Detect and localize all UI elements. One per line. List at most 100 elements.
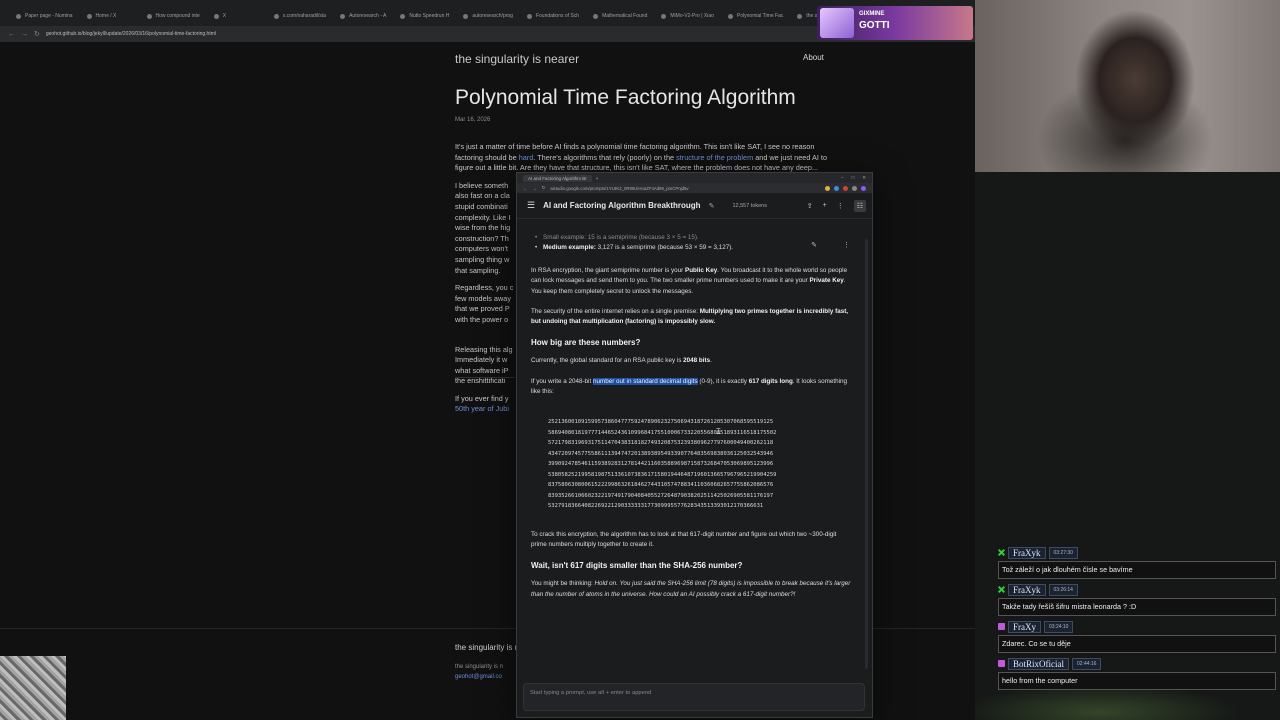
url-text[interactable]: geohot.github.io/blog/jekyll/update/2026… <box>46 31 216 37</box>
add-icon[interactable]: + <box>823 202 827 209</box>
footer-email-link[interactable]: geohot@gmail.co <box>455 674 502 680</box>
post-date: Mar 16, 2026 <box>455 117 491 123</box>
new-tab-icon[interactable]: + <box>596 176 599 181</box>
favicon-icon <box>526 13 532 19</box>
browser-tab[interactable]: Nutto Speedrun H <box>394 6 455 26</box>
list-item: Small example: 15 is a semiprime (becaus… <box>531 233 853 244</box>
browser-tab[interactable]: Polynomial Time Fac <box>722 6 789 26</box>
alert-avatar <box>820 8 854 38</box>
popup-tab-bar: AI and Factoring Algorithm Br + – □ ✕ <box>517 173 872 183</box>
token-count: 12,557 tokens <box>732 202 767 209</box>
list-item: Medium example: 3,127 is a semiprime (be… <box>531 243 853 254</box>
chat-username: FraXy <box>1008 620 1041 633</box>
ai-studio-window: AI and Factoring Algorithm Br + – □ ✕ ← … <box>516 172 873 718</box>
jubilee-link[interactable]: 50th year of Jubi <box>455 404 509 413</box>
paragraph: Currently, the global standard for an RS… <box>531 357 712 365</box>
badge-icon <box>998 549 1005 556</box>
chat-message: FraXyk 03:27:30 Tož záleží o jak dlouhém… <box>998 546 1278 579</box>
favicon-icon <box>593 13 599 19</box>
chat-username: FraXyk <box>1008 546 1046 559</box>
browser-tab[interactable]: Autoresearch - A <box>334 6 392 26</box>
paragraph: To crack this encryption, the algorithm … <box>531 530 837 549</box>
extension-icon[interactable] <box>861 185 866 191</box>
popup-address-bar[interactable]: ← → ↻ aistudio.google.com/prompts/1YL9K2… <box>517 183 872 193</box>
footer-subtitle: the singularity is n <box>455 664 504 670</box>
favicon-icon <box>146 13 152 19</box>
paragraph: In RSA encryption, the giant semiprime n… <box>531 266 848 295</box>
extension-icon[interactable] <box>843 185 848 191</box>
paragraph: If you write a 2048-bit number out in st… <box>531 377 848 396</box>
section-heading: How big are these numbers? <box>531 337 641 347</box>
back-icon[interactable]: ← <box>523 186 527 191</box>
footer-title: the singularity is n <box>455 643 520 652</box>
site-title[interactable]: the singularity is nearer <box>455 52 579 66</box>
paragraph: It's just a matter of time before AI fin… <box>455 142 828 173</box>
reload-icon[interactable]: ↻ <box>34 30 40 38</box>
favicon-icon <box>463 13 469 19</box>
chat-timestamp: 03:27:30 <box>1048 546 1078 559</box>
browser-tab[interactable]: Mathematical Found <box>587 6 653 26</box>
chat-header: FraXyk 03:26:14 <box>998 583 1278 596</box>
share-icon[interactable]: ⇪ <box>807 202 813 210</box>
extension-icon[interactable] <box>834 185 839 191</box>
reload-icon[interactable]: ↻ <box>542 185 546 191</box>
webcam-feed <box>975 0 1280 172</box>
browser-tab[interactable]: How compound inte <box>141 6 206 26</box>
about-link[interactable]: About <box>803 53 824 62</box>
scrollbar[interactable] <box>865 239 868 669</box>
browser-tab[interactable]: MiMo-V2-Pro | Xiao <box>655 6 720 26</box>
favicon-icon <box>16 13 21 19</box>
extension-icon[interactable] <box>825 185 830 191</box>
chat-header: BotRixOficial 02:44:16 <box>998 657 1278 670</box>
sub-alert-banner: GIXMINE GOTTI <box>817 6 973 40</box>
browser-tab[interactable]: Paper page - Numina <box>10 6 79 26</box>
divider <box>455 377 515 378</box>
example-list: Small example: 15 is a semiprime (becaus… <box>531 233 853 254</box>
browser-tab[interactable]: X <box>208 6 266 26</box>
favicon-icon <box>340 13 346 19</box>
structure-link[interactable]: structure of the problem <box>676 153 753 162</box>
back-icon[interactable]: ← <box>8 31 15 38</box>
chat-header: FraXy 03:24:10 <box>998 620 1278 633</box>
browser-tab[interactable]: x.com/naharadil/sta <box>268 6 332 26</box>
chat-username: FraXyk <box>1008 583 1046 596</box>
chat-overlay: FraXyk 03:27:30 Tož záleží o jak dlouhém… <box>998 546 1278 694</box>
forward-icon[interactable]: → <box>532 186 536 191</box>
post-title: Polynomial Time Factoring Algorithm <box>455 86 796 109</box>
chat-text: Takže tady řešíš šifru mistra leonarda ?… <box>998 598 1276 616</box>
favicon-icon <box>727 13 733 19</box>
menu-icon[interactable]: ☰ <box>527 200 535 211</box>
chat-message: FraXy 03:24:10 Zdarec. Co se tu děje <box>998 620 1278 653</box>
browser-tab[interactable]: autoresearch/prog <box>457 6 519 26</box>
url-text[interactable]: aistudio.google.com/prompts/1YL9K2_0R85U… <box>550 186 688 191</box>
badge-icon <box>998 586 1005 593</box>
chat-username: BotRixOficial <box>1008 657 1069 670</box>
extensions-bar <box>825 185 866 191</box>
browser-tab[interactable]: Home / X <box>81 6 139 26</box>
more-icon[interactable]: ⋮ <box>837 202 844 210</box>
chat-text: Zdarec. Co se tu děje <box>998 635 1276 653</box>
forward-icon[interactable]: → <box>21 31 28 38</box>
close-icon[interactable]: ✕ <box>862 175 866 181</box>
maximize-icon[interactable]: □ <box>852 175 855 181</box>
rsa-number-block: 2521360010915995738604777592478906232750… <box>548 419 777 510</box>
chat-text: hello from the computer <box>998 672 1276 690</box>
badge-icon <box>998 623 1005 630</box>
popup-tab[interactable]: AI and Factoring Algorithm Br <box>523 174 592 182</box>
alert-big-text: GOTTI <box>859 20 890 31</box>
alert-small-text: GIXMINE <box>859 11 885 17</box>
edit-icon[interactable]: ✎ <box>709 202 715 210</box>
favicon-icon <box>797 13 803 19</box>
header-actions: ⇪ + ⋮ ☷ <box>807 199 866 212</box>
settings-icon[interactable]: ☷ <box>853 199 866 212</box>
chat-timestamp: 02:44:16 <box>1072 657 1102 670</box>
badge-icon <box>998 660 1005 667</box>
conversation-header: ☰ AI and Factoring Algorithm Breakthroug… <box>517 193 872 219</box>
chat-message: FraXyk 03:26:14 Takže tady řešíš šifru m… <box>998 583 1278 616</box>
extension-icon[interactable] <box>852 185 857 191</box>
prompt-input[interactable]: Start typing a prompt, use alt + enter t… <box>523 683 865 711</box>
minimize-icon[interactable]: – <box>841 175 844 181</box>
hard-link[interactable]: hard <box>519 153 534 162</box>
browser-tab[interactable]: Foundations of Sch <box>521 6 585 26</box>
selected-text[interactable]: number out in standard decimal digits <box>592 377 698 385</box>
